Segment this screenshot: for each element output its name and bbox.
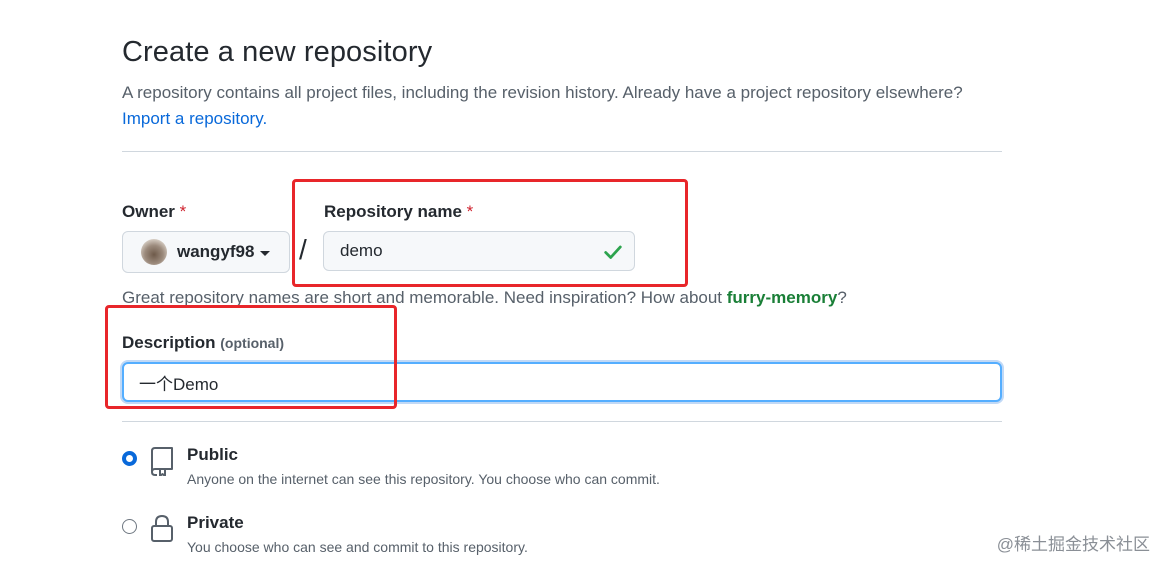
private-radio[interactable]: [122, 519, 137, 534]
private-description: You choose who can see and commit to thi…: [187, 539, 528, 555]
private-title: Private: [187, 513, 244, 532]
public-title: Public: [187, 445, 239, 464]
subtitle-text: A repository contains all project files,…: [122, 83, 963, 102]
import-repository-link[interactable]: Import a repository.: [122, 109, 267, 128]
owner-value: wangyf98: [177, 242, 255, 261]
owner-required-mark: *: [179, 202, 187, 221]
page-subtitle: A repository contains all project files,…: [122, 80, 1002, 132]
highlight-box-repo-name: [292, 179, 688, 287]
avatar: [141, 239, 167, 265]
public-description: Anyone on the internet can see this repo…: [187, 471, 660, 487]
owner-label-text: Owner: [122, 202, 175, 221]
suggested-name-link[interactable]: furry-memory: [727, 288, 838, 307]
highlight-box-description: [105, 305, 397, 409]
page-title: Create a new repository: [122, 36, 433, 68]
public-radio[interactable]: [122, 451, 137, 466]
create-repo-page: Create a new repository A repository con…: [0, 0, 1168, 568]
header-divider: [122, 151, 1002, 152]
lock-icon: [151, 514, 173, 542]
repo-icon: [151, 447, 173, 476]
visibility-divider: [122, 421, 1002, 422]
owner-label: Owner *: [122, 202, 186, 222]
caret-down-icon: [260, 251, 271, 256]
owner-dropdown[interactable]: wangyf98: [122, 231, 290, 273]
hint-suffix: ?: [837, 288, 847, 307]
watermark: @稀土掘金技术社区: [996, 535, 1150, 554]
